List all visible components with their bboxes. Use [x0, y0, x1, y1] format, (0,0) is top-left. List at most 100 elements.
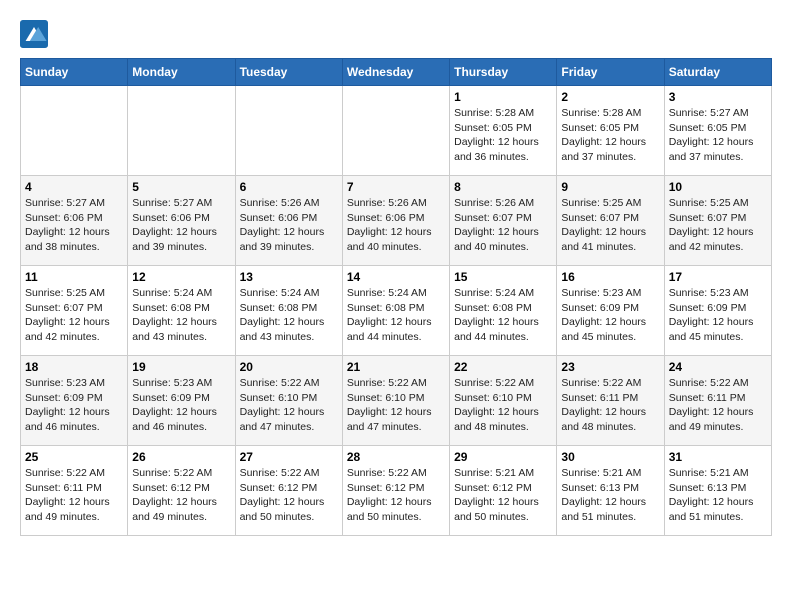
day-cell [235, 86, 342, 176]
day-info: Sunrise: 5:22 AM Sunset: 6:10 PM Dayligh… [454, 376, 552, 435]
day-cell: 28 Sunrise: 5:22 AM Sunset: 6:12 PM Dayli… [342, 446, 449, 536]
day-cell: 24 Sunrise: 5:22 AM Sunset: 6:11 PM Dayli… [664, 356, 771, 446]
day-info: Sunrise: 5:26 AM Sunset: 6:07 PM Dayligh… [454, 196, 552, 255]
day-number: 11 [25, 270, 123, 284]
week-row-1: 4 Sunrise: 5:27 AM Sunset: 6:06 PM Daylig… [21, 176, 772, 266]
day-cell: 31 Sunrise: 5:21 AM Sunset: 6:13 PM Dayli… [664, 446, 771, 536]
day-number: 25 [25, 450, 123, 464]
day-number: 17 [669, 270, 767, 284]
day-number: 22 [454, 360, 552, 374]
day-info: Sunrise: 5:23 AM Sunset: 6:09 PM Dayligh… [669, 286, 767, 345]
day-info: Sunrise: 5:22 AM Sunset: 6:11 PM Dayligh… [669, 376, 767, 435]
day-info: Sunrise: 5:24 AM Sunset: 6:08 PM Dayligh… [132, 286, 230, 345]
day-info: Sunrise: 5:22 AM Sunset: 6:11 PM Dayligh… [25, 466, 123, 525]
day-cell: 22 Sunrise: 5:22 AM Sunset: 6:10 PM Dayli… [450, 356, 557, 446]
day-info: Sunrise: 5:21 AM Sunset: 6:13 PM Dayligh… [669, 466, 767, 525]
day-cell [21, 86, 128, 176]
day-number: 6 [240, 180, 338, 194]
day-number: 5 [132, 180, 230, 194]
day-cell: 26 Sunrise: 5:22 AM Sunset: 6:12 PM Dayli… [128, 446, 235, 536]
day-number: 4 [25, 180, 123, 194]
header-row: SundayMondayTuesdayWednesdayThursdayFrid… [21, 59, 772, 86]
day-info: Sunrise: 5:23 AM Sunset: 6:09 PM Dayligh… [25, 376, 123, 435]
day-number: 16 [561, 270, 659, 284]
day-cell: 15Sunrise: 5:24 AM Sunset: 6:08 PM Dayli… [450, 266, 557, 356]
page-header [20, 20, 772, 48]
day-number: 10 [669, 180, 767, 194]
day-number: 20 [240, 360, 338, 374]
day-info: Sunrise: 5:25 AM Sunset: 6:07 PM Dayligh… [25, 286, 123, 345]
day-info: Sunrise: 5:24 AM Sunset: 6:08 PM Dayligh… [240, 286, 338, 345]
day-cell: 10 Sunrise: 5:25 AM Sunset: 6:07 PM Dayli… [664, 176, 771, 266]
day-info: Sunrise: 5:23 AM Sunset: 6:09 PM Dayligh… [561, 286, 659, 345]
day-cell: 7Sunrise: 5:26 AM Sunset: 6:06 PM Daylig… [342, 176, 449, 266]
week-row-2: 11 Sunrise: 5:25 AM Sunset: 6:07 PM Dayli… [21, 266, 772, 356]
day-number: 29 [454, 450, 552, 464]
day-info: Sunrise: 5:27 AM Sunset: 6:06 PM Dayligh… [132, 196, 230, 255]
day-cell: 19 Sunrise: 5:23 AM Sunset: 6:09 PM Dayli… [128, 356, 235, 446]
day-number: 19 [132, 360, 230, 374]
day-cell: 8 Sunrise: 5:26 AM Sunset: 6:07 PM Daylig… [450, 176, 557, 266]
day-header-thursday: Thursday [450, 59, 557, 86]
day-number: 31 [669, 450, 767, 464]
day-header-saturday: Saturday [664, 59, 771, 86]
day-cell: 20Sunrise: 5:22 AM Sunset: 6:10 PM Dayli… [235, 356, 342, 446]
day-info: Sunrise: 5:26 AM Sunset: 6:06 PM Dayligh… [240, 196, 338, 255]
day-number: 21 [347, 360, 445, 374]
day-cell: 14Sunrise: 5:24 AM Sunset: 6:08 PM Dayli… [342, 266, 449, 356]
day-cell: 2 Sunrise: 5:28 AM Sunset: 6:05 PM Daylig… [557, 86, 664, 176]
day-cell [342, 86, 449, 176]
day-cell: 29 Sunrise: 5:21 AM Sunset: 6:12 PM Dayli… [450, 446, 557, 536]
day-info: Sunrise: 5:22 AM Sunset: 6:12 PM Dayligh… [240, 466, 338, 525]
day-number: 2 [561, 90, 659, 104]
day-number: 24 [669, 360, 767, 374]
day-cell: 6 Sunrise: 5:26 AM Sunset: 6:06 PM Daylig… [235, 176, 342, 266]
day-cell [128, 86, 235, 176]
day-info: Sunrise: 5:22 AM Sunset: 6:12 PM Dayligh… [132, 466, 230, 525]
day-info: Sunrise: 5:21 AM Sunset: 6:12 PM Dayligh… [454, 466, 552, 525]
day-header-sunday: Sunday [21, 59, 128, 86]
day-info: Sunrise: 5:24 AM Sunset: 6:08 PM Dayligh… [347, 286, 445, 345]
day-number: 1 [454, 90, 552, 104]
day-number: 15 [454, 270, 552, 284]
day-number: 13 [240, 270, 338, 284]
day-number: 27 [240, 450, 338, 464]
day-number: 12 [132, 270, 230, 284]
day-number: 9 [561, 180, 659, 194]
day-cell: 18 Sunrise: 5:23 AM Sunset: 6:09 PM Dayli… [21, 356, 128, 446]
day-info: Sunrise: 5:28 AM Sunset: 6:05 PM Dayligh… [561, 106, 659, 165]
day-cell: 5 Sunrise: 5:27 AM Sunset: 6:06 PM Daylig… [128, 176, 235, 266]
day-number: 28 [347, 450, 445, 464]
day-cell: 13 Sunrise: 5:24 AM Sunset: 6:08 PM Dayli… [235, 266, 342, 356]
calendar-body: 1 Sunrise: 5:28 AM Sunset: 6:05 PM Daylig… [21, 86, 772, 536]
day-number: 18 [25, 360, 123, 374]
day-cell: 11 Sunrise: 5:25 AM Sunset: 6:07 PM Dayli… [21, 266, 128, 356]
day-info: Sunrise: 5:25 AM Sunset: 6:07 PM Dayligh… [669, 196, 767, 255]
day-header-tuesday: Tuesday [235, 59, 342, 86]
day-info: Sunrise: 5:22 AM Sunset: 6:10 PM Dayligh… [347, 376, 445, 435]
day-cell: 23Sunrise: 5:22 AM Sunset: 6:11 PM Dayli… [557, 356, 664, 446]
day-info: Sunrise: 5:28 AM Sunset: 6:05 PM Dayligh… [454, 106, 552, 165]
day-number: 7 [347, 180, 445, 194]
day-cell: 12 Sunrise: 5:24 AM Sunset: 6:08 PM Dayli… [128, 266, 235, 356]
week-row-3: 18 Sunrise: 5:23 AM Sunset: 6:09 PM Dayli… [21, 356, 772, 446]
day-cell: 25 Sunrise: 5:22 AM Sunset: 6:11 PM Dayli… [21, 446, 128, 536]
logo [20, 20, 52, 48]
day-cell: 16 Sunrise: 5:23 AM Sunset: 6:09 PM Dayli… [557, 266, 664, 356]
day-info: Sunrise: 5:21 AM Sunset: 6:13 PM Dayligh… [561, 466, 659, 525]
day-cell: 9Sunrise: 5:25 AM Sunset: 6:07 PM Daylig… [557, 176, 664, 266]
day-header-wednesday: Wednesday [342, 59, 449, 86]
day-cell: 21 Sunrise: 5:22 AM Sunset: 6:10 PM Dayli… [342, 356, 449, 446]
day-info: Sunrise: 5:27 AM Sunset: 6:05 PM Dayligh… [669, 106, 767, 165]
day-info: Sunrise: 5:23 AM Sunset: 6:09 PM Dayligh… [132, 376, 230, 435]
calendar-table: SundayMondayTuesdayWednesdayThursdayFrid… [20, 58, 772, 536]
day-number: 26 [132, 450, 230, 464]
day-cell: 4Sunrise: 5:27 AM Sunset: 6:06 PM Daylig… [21, 176, 128, 266]
day-cell: 27 Sunrise: 5:22 AM Sunset: 6:12 PM Dayli… [235, 446, 342, 536]
day-number: 8 [454, 180, 552, 194]
day-cell: 30Sunrise: 5:21 AM Sunset: 6:13 PM Dayli… [557, 446, 664, 536]
day-header-monday: Monday [128, 59, 235, 86]
week-row-0: 1 Sunrise: 5:28 AM Sunset: 6:05 PM Daylig… [21, 86, 772, 176]
day-info: Sunrise: 5:22 AM Sunset: 6:12 PM Dayligh… [347, 466, 445, 525]
day-cell: 3Sunrise: 5:27 AM Sunset: 6:05 PM Daylig… [664, 86, 771, 176]
